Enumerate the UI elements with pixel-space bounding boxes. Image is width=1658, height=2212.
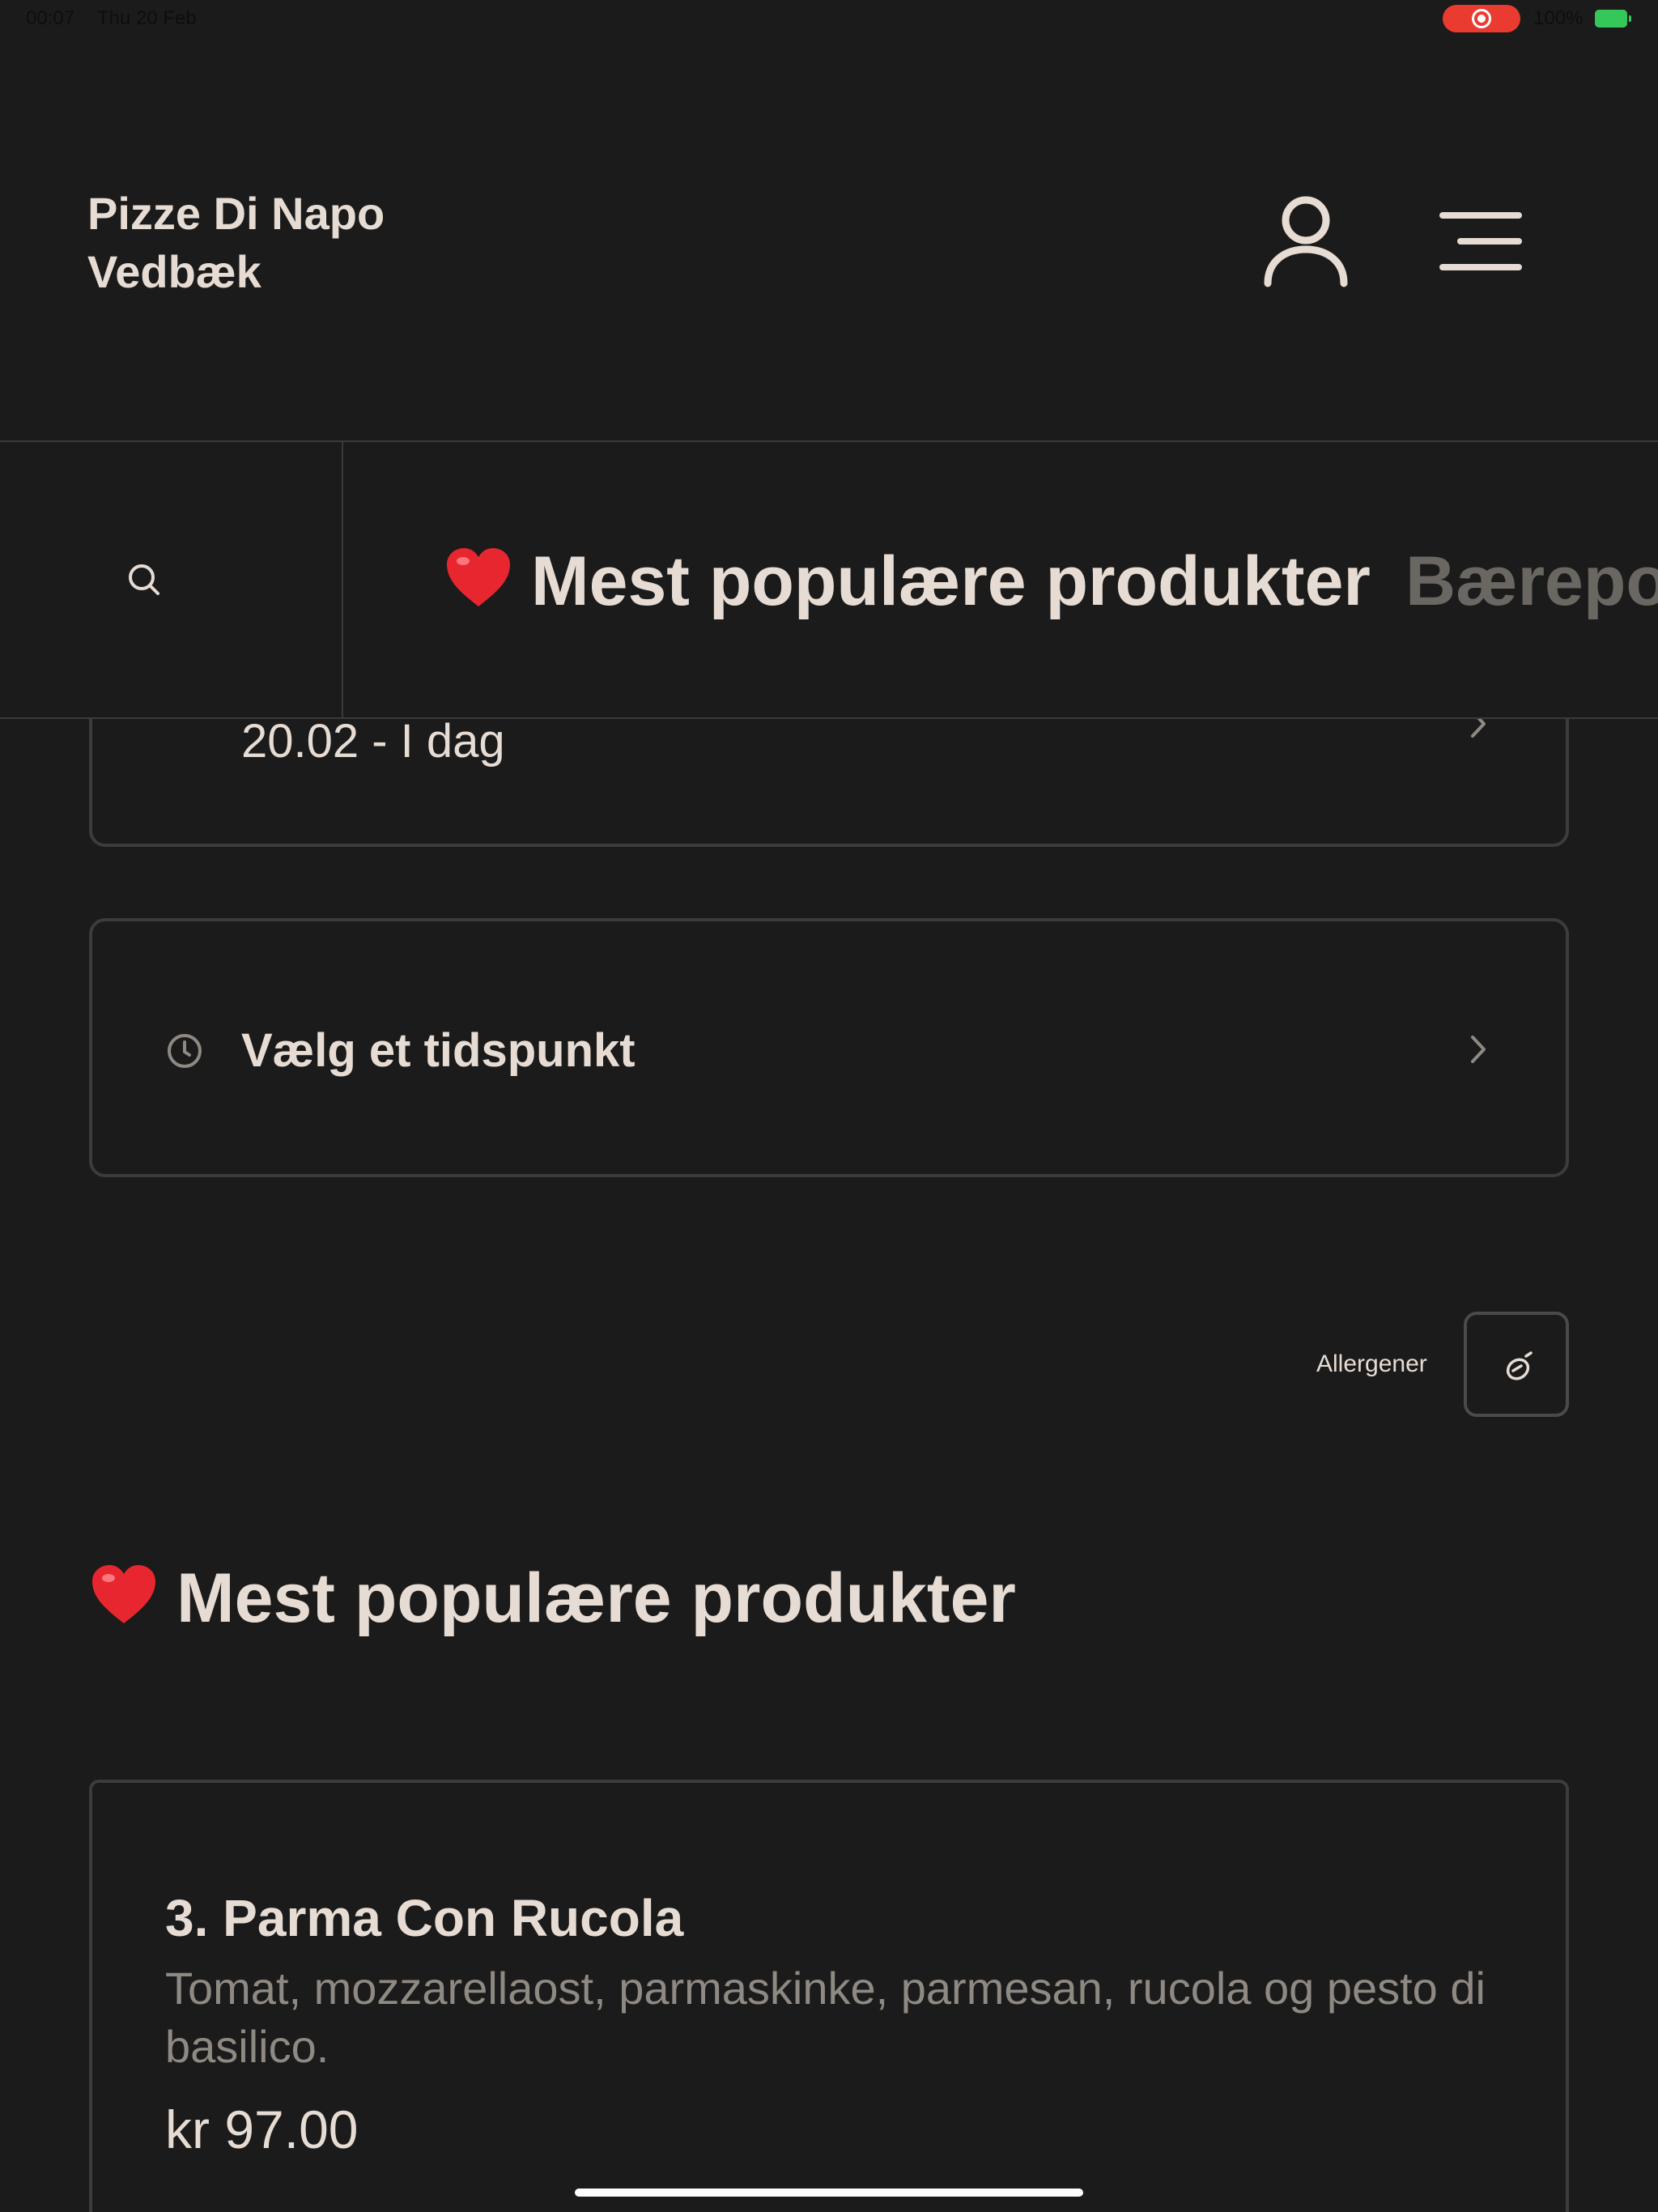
battery-percentage: 100% (1533, 7, 1584, 29)
product-card[interactable]: 3. Parma Con Rucola Tomat, mozzarellaost… (89, 1780, 1569, 2212)
search-icon (129, 564, 159, 595)
heart-icon (89, 1562, 159, 1627)
status-bar: 00:07 Thu 20 Feb 100% (0, 0, 1658, 37)
section-title-label: Mest populære produkter (176, 1559, 1016, 1637)
page: 00:07 Thu 20 Feb 100% Pizze Di Napo Vedb… (0, 0, 1658, 2212)
status-date: Thu 20 Feb (97, 7, 197, 29)
category-tab-popular[interactable]: Mest populære produkter (444, 541, 1371, 622)
battery-icon (1595, 10, 1631, 28)
allergen-label: Allergener (1316, 1351, 1427, 1377)
time-selector-label: Vælg et tidspunkt (241, 1024, 636, 1077)
category-tab-label: Mest populære produkter (531, 542, 1371, 620)
product-description: Tomat, mozzarellaost, parmaskinke, parme… (165, 1963, 1486, 2072)
restaurant-name-line2: Vedbæk (87, 246, 261, 297)
site-header: Pizze Di Napo Vedbæk (0, 37, 1658, 440)
allergen-icon (1506, 1351, 1533, 1380)
time-selector[interactable]: Vælg et tidspunkt (89, 918, 1569, 1177)
section-title: Mest populære produkter (89, 1558, 1016, 1639)
screen-recording-indicator[interactable] (1443, 5, 1520, 32)
heart-icon (444, 545, 513, 610)
selected-date: 20.02 - I dag (241, 715, 505, 768)
category-tab-next[interactable]: Bærepo (1405, 541, 1658, 622)
hamburger-menu-icon[interactable] (1439, 211, 1522, 272)
allergen-filter-button[interactable] (1464, 1312, 1569, 1417)
clock-icon (168, 1034, 202, 1068)
chevron-right-icon (1471, 1036, 1486, 1063)
search-button[interactable] (0, 442, 343, 717)
home-indicator[interactable] (575, 2189, 1083, 2197)
product-price: kr 97.00 (165, 2099, 359, 2159)
product-name: 3. Parma Con Rucola (165, 1889, 684, 1947)
status-time: 00:07 (26, 7, 75, 29)
record-icon (1472, 9, 1491, 28)
user-icon[interactable] (1261, 193, 1350, 290)
category-nav: Mest populære produkter Bærepo (0, 440, 1658, 719)
restaurant-name-line1: Pizze Di Napo (87, 188, 385, 239)
restaurant-name[interactable]: Pizze Di Napo Vedbæk (87, 185, 385, 301)
